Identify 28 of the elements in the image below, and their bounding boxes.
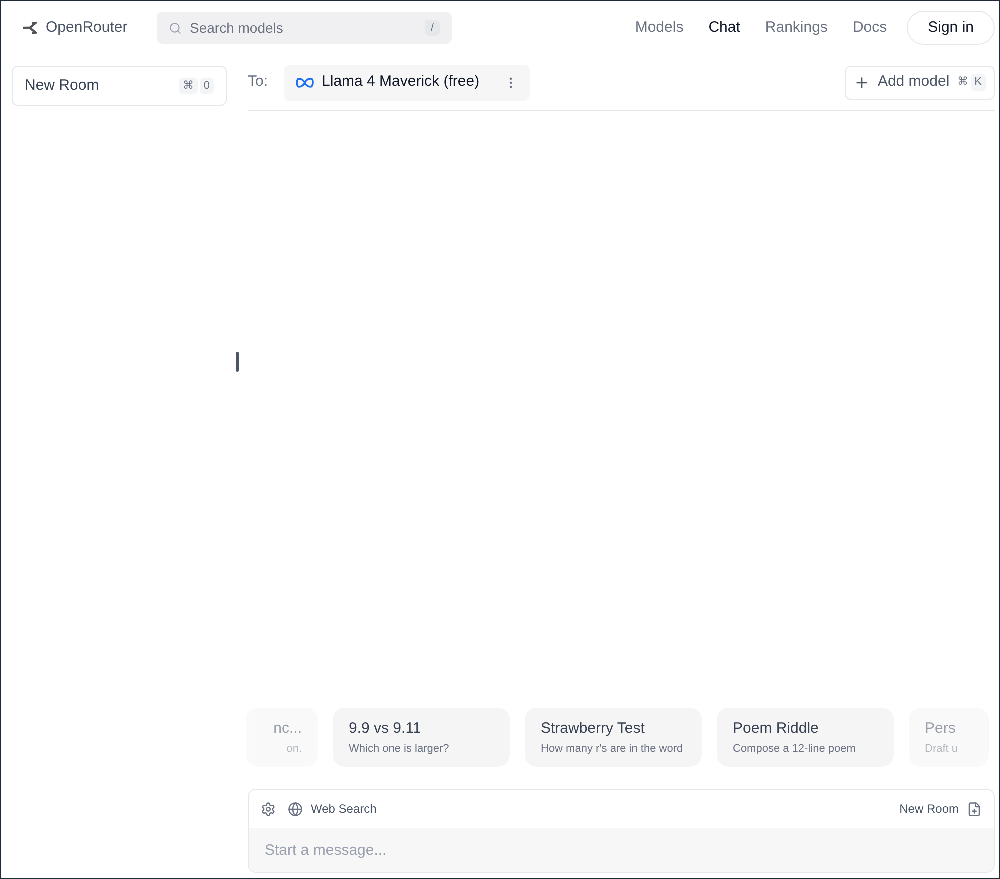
message-input[interactable]: Start a message... [249, 828, 994, 872]
settings-icon[interactable] [261, 802, 276, 816]
suggestion-card[interactable]: Strawberry Test How many r's are in the word [525, 708, 702, 767]
to-label: To: [248, 72, 268, 92]
nav-link[interactable]: Docs [844, 16, 896, 40]
new-room-button[interactable]: New Room ⌘ 0 [12, 66, 227, 106]
shortcut-key: / [424, 20, 440, 36]
search-icon [169, 22, 182, 34]
nav-link[interactable]: Chat [700, 16, 750, 40]
nav-link[interactable]: Models [626, 16, 693, 40]
model-chip[interactable]: Llama 4 Maverick (free) [284, 64, 530, 100]
plus-icon [854, 74, 870, 90]
suggestion-card[interactable]: Poem Riddle Compose a 12-line poem [717, 708, 894, 767]
brand-name[interactable]: OpenRouter [46, 16, 128, 40]
resize-handle[interactable] [236, 352, 239, 372]
suggestion-card[interactable]: 9.9 vs 9.11 Which one is larger? [333, 708, 510, 767]
globe-icon [288, 802, 303, 816]
add-model-button[interactable]: Add model ⌘ K [844, 66, 995, 100]
new-file-icon [967, 802, 982, 816]
logo-icon[interactable] [23, 22, 38, 34]
search-input[interactable]: Search models [190, 18, 417, 38]
search-field[interactable]: Search models / [157, 12, 452, 44]
infinity-icon [296, 78, 314, 88]
web-search-button[interactable]: Web Search [288, 800, 377, 818]
model-name: Llama 4 Maverick (free) [322, 72, 480, 92]
nav-link[interactable]: Rankings [756, 16, 837, 40]
new-room-link[interactable]: New Room [900, 800, 982, 818]
sign-in-button[interactable]: Sign in [907, 11, 995, 45]
